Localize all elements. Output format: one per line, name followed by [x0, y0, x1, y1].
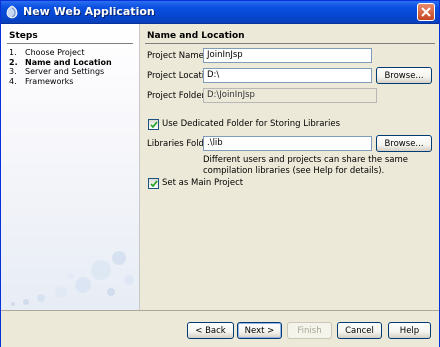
step-number: 4. — [9, 76, 17, 86]
step-label: Name and Location — [25, 57, 112, 67]
project-folder-label: Project Folder: — [147, 91, 208, 101]
browse-libraries-button[interactable]: Browse... — [376, 135, 432, 152]
help-button[interactable]: Help — [388, 322, 431, 339]
close-icon — [421, 7, 431, 17]
dialog-footer: < Back Next > Finish Cancel Help — [1, 310, 439, 347]
step-item: 3. Server and Settings — [9, 67, 112, 77]
set-main-project-checkbox[interactable] — [148, 178, 159, 189]
app-icon — [6, 5, 18, 19]
steps-divider — [7, 43, 133, 44]
step-number: 2. — [9, 57, 18, 67]
checkmark-icon — [150, 121, 158, 129]
steps-title: Steps — [9, 31, 38, 41]
project-folder-field: D:\JoinInJsp — [203, 88, 377, 103]
libraries-note-line2: compilation libraries (see Help for deta… — [203, 166, 385, 176]
content-panel: Name and Location Project Name: JoinInJs… — [140, 24, 439, 310]
new-web-application-dialog: New Web Application Steps 1. Choose Proje… — [0, 0, 440, 347]
step-label: Choose Project — [25, 48, 85, 57]
window-title: New Web Application — [23, 5, 155, 18]
steps-list: 1. Choose Project 2. Name and Location 3. S… — [9, 48, 112, 86]
project-location-input[interactable]: D:\ — [203, 68, 372, 83]
use-dedicated-folder-label[interactable]: Use Dedicated Folder for Storing Librari… — [162, 119, 340, 129]
browse-location-button[interactable]: Browse... — [376, 67, 432, 84]
next-button[interactable]: Next > — [237, 322, 282, 339]
project-name-label: Project Name: — [147, 51, 207, 61]
project-name-input[interactable]: JoinInJsp — [203, 48, 372, 63]
back-button[interactable]: < Back — [187, 322, 234, 339]
step-number: 3. — [9, 67, 17, 76]
checkmark-icon — [150, 180, 158, 188]
section-divider — [145, 43, 435, 44]
step-item: 1. Choose Project — [9, 48, 112, 58]
step-item: 4. Frameworks — [9, 77, 112, 87]
dialog-body: Steps 1. Choose Project 2. Name and Locati… — [1, 24, 439, 310]
section-title: Name and Location — [147, 31, 245, 41]
step-label: Server and Settings — [25, 67, 105, 76]
use-dedicated-folder-checkbox[interactable] — [148, 119, 159, 130]
steps-panel: Steps 1. Choose Project 2. Name and Locati… — [1, 24, 140, 310]
step-number: 1. — [9, 48, 17, 57]
step-item-current: 2. Name and Location — [9, 58, 112, 68]
step-label: Frameworks — [25, 76, 74, 86]
close-button[interactable] — [417, 3, 435, 21]
title-bar[interactable]: New Web Application — [1, 1, 439, 24]
libraries-folder-input[interactable]: .\lib — [203, 136, 372, 151]
set-main-project-label[interactable]: Set as Main Project — [162, 178, 243, 188]
cancel-button[interactable]: Cancel — [337, 322, 382, 339]
decorative-bubbles — [11, 251, 134, 306]
libraries-note-line1: Different users and projects can share t… — [203, 155, 408, 165]
finish-button[interactable]: Finish — [287, 322, 332, 339]
